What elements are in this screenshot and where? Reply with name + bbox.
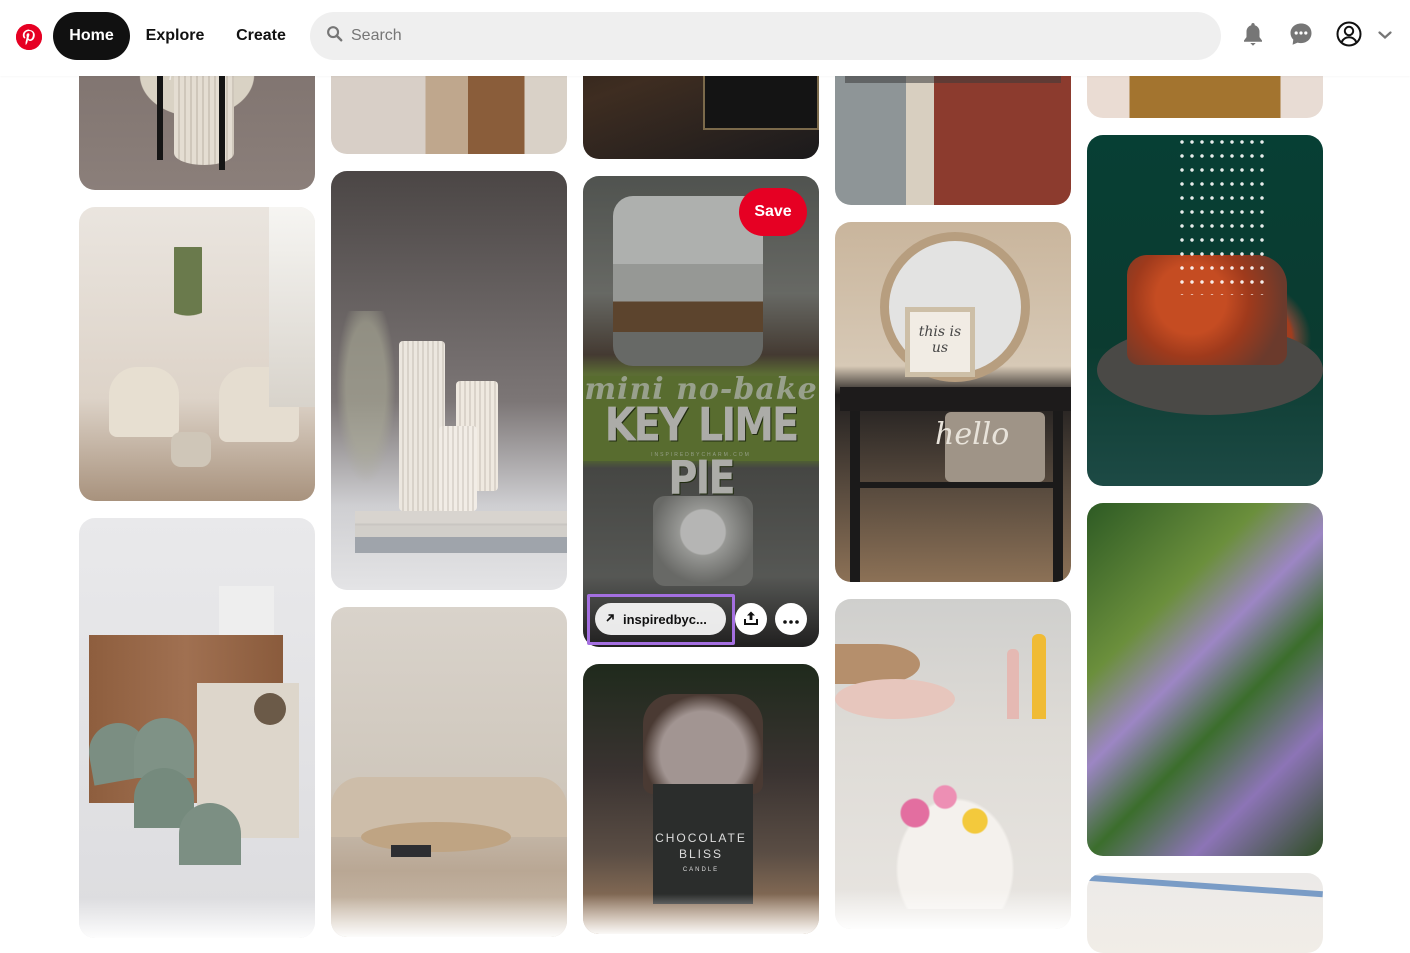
share-button[interactable] (735, 603, 767, 635)
pin-image (174, 247, 202, 357)
share-icon (743, 610, 759, 629)
pinterest-logo-icon[interactable] (16, 24, 42, 50)
pin-image (109, 367, 179, 437)
pin-overlay-text: hello (935, 417, 1010, 452)
messages-button[interactable] (1281, 16, 1321, 56)
account-menu-button[interactable] (1372, 16, 1398, 56)
pin-image (835, 644, 920, 684)
pin-image (355, 511, 567, 553)
bell-icon (1242, 22, 1264, 51)
pin-image (1032, 634, 1046, 719)
candle-label-line: BLISS (678, 847, 724, 861)
pin-card[interactable] (835, 599, 1071, 929)
pin-card[interactable] (1087, 873, 1323, 953)
pin-image (1177, 135, 1267, 295)
pin-card[interactable] (79, 518, 315, 938)
pin-image (835, 679, 955, 719)
save-button[interactable]: Save (739, 188, 807, 236)
search-icon (326, 25, 343, 47)
pin-image (391, 845, 431, 857)
pin-image (1053, 411, 1063, 582)
candle-label-line: CANDLE (682, 867, 720, 873)
pin-card[interactable]: this is us hello (835, 222, 1071, 582)
pin-image (179, 803, 241, 865)
search-bar[interactable] (310, 12, 1221, 60)
search-input[interactable] (351, 27, 1191, 45)
pin-image (269, 207, 315, 407)
pin-image (174, 75, 234, 165)
pin-card-hovered[interactable]: mini no-bake KEY LIME PIE INSPIREDBYCHAR… (583, 176, 819, 647)
account-button[interactable] (1329, 16, 1369, 56)
pin-card[interactable] (79, 207, 315, 501)
pin-overlay-text: CHOCOLATE BLISS CANDLE (583, 830, 819, 878)
arrow-up-right-icon (605, 612, 615, 626)
pin-image (439, 426, 477, 511)
pin-card[interactable] (1087, 135, 1323, 486)
pin-card[interactable] (331, 607, 567, 937)
pin-image (1087, 874, 1323, 898)
top-nav-bar: Home Explore Create (0, 0, 1410, 76)
pin-image (361, 822, 511, 852)
nav-create[interactable]: Create (222, 12, 300, 60)
notifications-button[interactable] (1233, 16, 1273, 56)
pin-image (1007, 649, 1019, 719)
pin-image: this is us (905, 307, 975, 377)
pin-card[interactable] (1087, 503, 1323, 856)
pin-image (850, 482, 1063, 488)
more-icon (783, 612, 799, 627)
account-icon (1336, 21, 1362, 52)
pin-card[interactable]: CHOCOLATE BLISS CANDLE (583, 664, 819, 934)
pin-image (643, 694, 763, 794)
pin-source-link[interactable]: inspiredbyc... (595, 603, 726, 635)
candle-label-line: CHOCOLATE (655, 831, 747, 845)
chevron-down-icon (1378, 27, 1392, 45)
pin-image (254, 693, 286, 725)
pin-source-label: inspiredbyc... (623, 611, 707, 627)
pin-image (840, 387, 1071, 411)
more-options-button[interactable] (775, 603, 807, 635)
chat-icon (1289, 22, 1313, 51)
pin-image (850, 411, 860, 582)
pin-image (855, 749, 1055, 909)
pin-image (331, 311, 401, 501)
pin-image (171, 432, 211, 467)
hover-overlay (583, 176, 819, 647)
pin-overlay-text: this is us (918, 324, 962, 356)
nav-explore[interactable]: Explore (134, 12, 216, 60)
pin-card[interactable] (331, 171, 567, 590)
nav-home[interactable]: Home (53, 12, 130, 60)
